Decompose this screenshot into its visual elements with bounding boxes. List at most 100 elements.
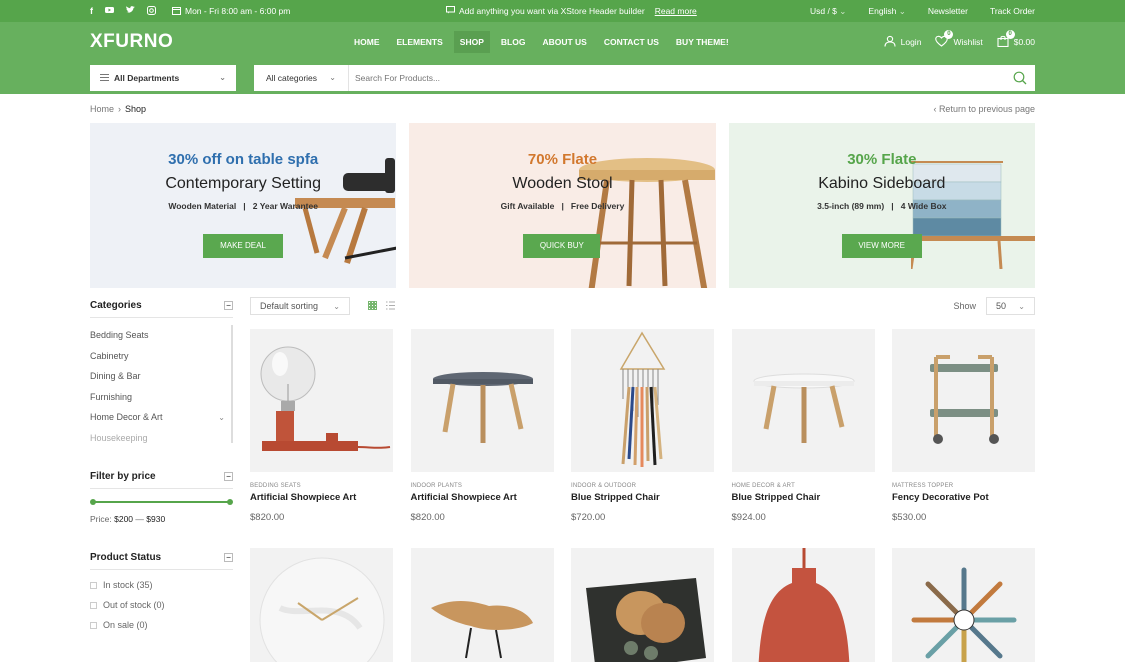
search-input[interactable] [349, 72, 1005, 83]
product-card[interactable]: BEDDING SEATS Artificial Showpiece Art $… [250, 329, 393, 523]
category-item[interactable]: Housekeeping [90, 428, 231, 444]
language-selector[interactable]: English ⌄ [868, 6, 905, 17]
search-icon [1013, 71, 1027, 84]
checkbox[interactable] [90, 601, 97, 609]
product-card[interactable]: MATTRESS TOPPER Fency Decorative Pot $53… [892, 329, 1035, 523]
categories-widget: Categories − Bedding Seats Cabinetry Din… [90, 294, 233, 443]
quick-buy-button[interactable]: QUICK BUY [523, 234, 601, 258]
wishlist-button[interactable]: 0 Wishlist [935, 29, 983, 49]
category-select[interactable]: All categories ⌄ [254, 64, 349, 91]
status-list: In stock (35) Out of stock (0) On sale (… [90, 575, 233, 635]
track-order-link[interactable]: Track Order [990, 6, 1035, 17]
login-button[interactable]: Login [884, 35, 921, 49]
product-category[interactable]: BEDDING SEATS [250, 483, 393, 489]
sort-label: Default sorting [260, 301, 319, 311]
language-label: English [868, 5, 897, 16]
product-image[interactable] [250, 548, 393, 662]
product-name[interactable]: Fency Decorative Pot [892, 492, 1035, 503]
category-item[interactable]: Dining & Bar [90, 366, 231, 387]
product-name[interactable]: Artificial Showpiece Art [250, 492, 393, 503]
category-item[interactable]: Cabinetry [90, 346, 231, 367]
newsletter-link[interactable]: Newsletter [928, 6, 968, 17]
product-category[interactable]: HOME DECOR & ART [732, 483, 875, 489]
chevron-down-icon: ⌄ [329, 73, 336, 82]
category-item[interactable]: Bedding Seats [90, 325, 231, 346]
banner-feature-a: Gift Available [500, 201, 555, 211]
chevron-down-icon[interactable]: ⌄ [218, 413, 225, 422]
shop-toolbar: Default sorting ⌄ Show 50 ⌄ [250, 294, 1035, 318]
product-card[interactable]: INDOOR PLANTS Artificial Showpiece Art $… [410, 329, 554, 523]
search-button[interactable] [1005, 71, 1035, 85]
product-category[interactable]: INDOOR PLANTS [411, 483, 554, 489]
price-slider[interactable] [90, 499, 233, 505]
product-image[interactable] [571, 548, 714, 662]
collapse-icon[interactable]: − [224, 301, 233, 310]
product-image[interactable] [571, 329, 714, 472]
search-bar: All Departments ⌄ All categories ⌄ [0, 61, 1125, 94]
product-image[interactable] [892, 548, 1035, 662]
slider-handle-max[interactable] [227, 499, 233, 505]
instagram-icon[interactable] [147, 5, 156, 17]
slider-handle-min[interactable] [90, 499, 96, 505]
cart-button[interactable]: 0 $0.00 [997, 29, 1035, 49]
status-option[interactable]: In stock (35) [90, 575, 233, 595]
banner-feature-a: Wooden Material [168, 201, 237, 211]
nav-shop[interactable]: SHOP [453, 30, 490, 53]
product-card[interactable] [410, 548, 554, 662]
nav-buy-theme[interactable]: BUY THEME! [670, 31, 735, 53]
banner-kabino-sideboard[interactable]: 30% Flate Kabino Sideboard 3.5-inch (89 … [728, 123, 1035, 288]
product-name[interactable]: Blue Stripped Chair [732, 492, 875, 503]
product-image[interactable] [250, 329, 393, 472]
product-card[interactable] [731, 548, 875, 662]
view-more-button[interactable]: VIEW MORE [841, 234, 922, 258]
read-more-link[interactable]: Read more [655, 6, 697, 16]
return-link[interactable]: ‹ Return to previous page [933, 104, 1035, 114]
status-option[interactable]: On sale (0) [90, 615, 233, 635]
banner-wooden-stool[interactable]: 70% Flate Wooden Stool Gift Available | … [409, 123, 716, 288]
product-card[interactable]: HOME DECOR & ART Blue Stripped Chair $92… [731, 329, 875, 523]
per-page-select[interactable]: 50 ⌄ [986, 297, 1035, 315]
product-image[interactable] [410, 329, 554, 472]
product-image[interactable] [410, 548, 554, 662]
product-category[interactable]: MATTRESS TOPPER [892, 483, 1035, 489]
category-item-expandable[interactable]: Home Decor & Art ⌄ [90, 407, 231, 428]
product-card[interactable] [250, 548, 393, 662]
product-name[interactable]: Artificial Showpiece Art [411, 492, 554, 503]
nav-contact-us[interactable]: CONTACT US [598, 31, 665, 53]
product-name[interactable]: Blue Stripped Chair [571, 492, 714, 503]
product-card[interactable] [892, 548, 1035, 662]
grid-view-icon[interactable] [368, 300, 377, 312]
collapse-icon[interactable]: − [224, 472, 233, 481]
banner-subtitle: Gift Available | Free Delivery [500, 201, 625, 211]
product-card[interactable] [571, 548, 714, 662]
scrollbar[interactable] [231, 325, 233, 361]
checkbox[interactable] [90, 621, 97, 629]
category-item[interactable]: Furnishing [90, 387, 231, 408]
collapse-icon[interactable]: − [224, 553, 233, 562]
banner-offer: 30% Flate [847, 151, 917, 168]
product-image[interactable] [731, 548, 875, 662]
sort-select[interactable]: Default sorting ⌄ [250, 297, 350, 315]
nav-about-us[interactable]: ABOUT US [536, 31, 592, 53]
banner-contemporary-setting[interactable]: 30% off on table spfa Contemporary Setti… [90, 123, 397, 288]
site-logo[interactable]: XFURNO [90, 31, 173, 53]
product-image[interactable] [731, 329, 875, 472]
checkbox[interactable] [90, 581, 97, 589]
youtube-icon[interactable] [105, 6, 114, 16]
breadcrumb-home[interactable]: Home [90, 104, 114, 114]
product-category[interactable]: INDOOR & OUTDOOR [571, 483, 714, 489]
promo-message: Add anything you want via XStore Header … [446, 6, 697, 16]
make-deal-button[interactable]: MAKE DEAL [203, 234, 283, 258]
product-image[interactable] [892, 329, 1035, 472]
currency-selector[interactable]: Usd / $ ⌄ [810, 6, 846, 17]
product-card[interactable]: INDOOR & OUTDOOR Blue Stripped Chair $72… [571, 329, 714, 523]
shop-content: Categories − Bedding Seats Cabinetry Din… [0, 294, 1125, 662]
departments-dropdown[interactable]: All Departments ⌄ [90, 64, 236, 91]
status-option[interactable]: Out of stock (0) [90, 595, 233, 615]
twitter-icon[interactable] [126, 6, 135, 16]
facebook-icon[interactable]: f [90, 6, 93, 16]
nav-elements[interactable]: ELEMENTS [391, 31, 449, 53]
list-view-icon[interactable] [386, 301, 395, 312]
nav-home[interactable]: HOME [348, 31, 386, 53]
nav-blog[interactable]: BLOG [495, 31, 532, 53]
